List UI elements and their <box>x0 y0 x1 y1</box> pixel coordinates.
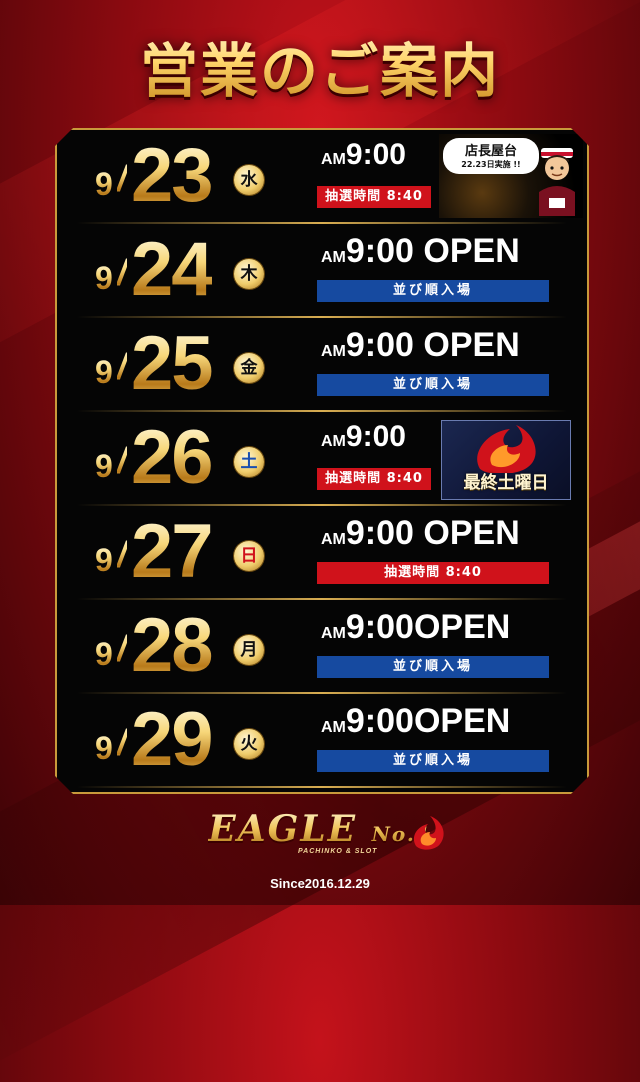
weekday-badge: 火 <box>234 729 264 759</box>
date-day: 27 <box>131 509 212 594</box>
since-date: Since2016.12.29 <box>270 876 370 891</box>
logo-wordmark: EAGLE No.1 <box>208 808 432 850</box>
row-divider <box>77 786 567 788</box>
store-logo: EAGLE No.1 PACHINKO & SLOT <box>0 808 640 855</box>
entry-info-bar: 抽選時間 8:40 <box>317 562 549 584</box>
flame-icon <box>413 816 444 850</box>
date-month: 9 <box>95 636 113 672</box>
date-day: 29 <box>131 697 212 782</box>
date-slash: / <box>117 158 128 199</box>
date-slash: / <box>117 722 128 763</box>
schedule-row: 9 / 26 土 AM9:00OPEN 抽選時間 8:40 最終土曜日 <box>57 412 587 506</box>
weekday-badge: 土 <box>234 447 264 477</box>
date-day: 25 <box>131 321 212 406</box>
weekday-badge: 水 <box>234 165 264 195</box>
entry-info-bar: 並び順入場 <box>317 374 549 396</box>
open-label: OPEN <box>413 608 511 646</box>
open-label: OPEN <box>413 326 520 364</box>
schedule-panel: 9 / 23 水 AM9:00OPEN 抽選時間 8:40 店長屋台 22.23… <box>55 128 589 794</box>
logo-tagline: PACHINKO & SLOT <box>298 848 378 855</box>
entry-info-bar: 抽選時間 8:40 <box>317 186 431 208</box>
date-month: 9 <box>95 542 113 578</box>
weekday-badge: 月 <box>234 635 264 665</box>
open-label: OPEN <box>413 702 511 740</box>
entry-info-bar: 並び順入場 <box>317 280 549 302</box>
schedule-row: 9 / 25 金 AM9:00 OPEN 並び順入場 <box>57 318 587 412</box>
weekday-badge: 金 <box>234 353 264 383</box>
open-time: AM9:00OPEN <box>321 702 511 740</box>
schedule-row: 9 / 27 日 AM9:00 OPEN 抽選時間 8:40 <box>57 506 587 600</box>
final-saturday-banner: 最終土曜日 <box>441 420 571 500</box>
banner-text: 最終土曜日 <box>463 473 549 493</box>
date-month: 9 <box>95 730 113 766</box>
date-slash: / <box>117 628 128 669</box>
date-day: 23 <box>131 133 212 218</box>
schedule-row: 9 / 23 水 AM9:00OPEN 抽選時間 8:40 店長屋台 22.23… <box>57 130 587 224</box>
open-label: OPEN <box>413 514 520 552</box>
date-month: 9 <box>95 354 113 390</box>
date-slash: / <box>117 534 128 575</box>
open-label: OPEN <box>413 232 520 270</box>
date-day: 28 <box>131 603 212 688</box>
open-time: AM9:00 OPEN <box>321 326 520 364</box>
entry-info-bar: 並び順入場 <box>317 656 549 678</box>
schedule-row: 9 / 24 木 AM9:00 OPEN 並び順入場 <box>57 224 587 318</box>
manager-character-icon <box>535 142 579 216</box>
open-time: AM9:00 OPEN <box>321 514 520 552</box>
open-time: AM9:00OPEN <box>321 138 406 171</box>
event-speech-bubble: 店長屋台 22.23日実施 !! <box>443 138 539 174</box>
flame-icon <box>470 423 540 473</box>
weekday-badge: 木 <box>234 259 264 289</box>
schedule-row: 9 / 28 月 AM9:00OPEN 並び順入場 <box>57 600 587 694</box>
open-time: AM9:00OPEN <box>321 420 406 453</box>
date-day: 24 <box>131 227 212 312</box>
date-slash: / <box>117 440 128 481</box>
open-time: AM9:00OPEN <box>321 608 511 646</box>
page-title: 営業のご案内 <box>0 24 640 108</box>
date-day: 26 <box>131 415 212 500</box>
open-time: AM9:00 OPEN <box>321 232 520 270</box>
entry-info-bar: 抽選時間 8:40 <box>317 468 431 490</box>
event-promo-image: 店長屋台 22.23日実施 !! <box>439 134 583 218</box>
date-slash: / <box>117 346 128 387</box>
date-month: 9 <box>95 166 113 202</box>
date-slash: / <box>117 252 128 293</box>
entry-info-bar: 並び順入場 <box>317 750 549 772</box>
schedule-row: 9 / 29 火 AM9:00OPEN 並び順入場 <box>57 694 587 788</box>
date-month: 9 <box>95 448 113 484</box>
weekday-badge: 日 <box>234 541 264 571</box>
date-month: 9 <box>95 260 113 296</box>
